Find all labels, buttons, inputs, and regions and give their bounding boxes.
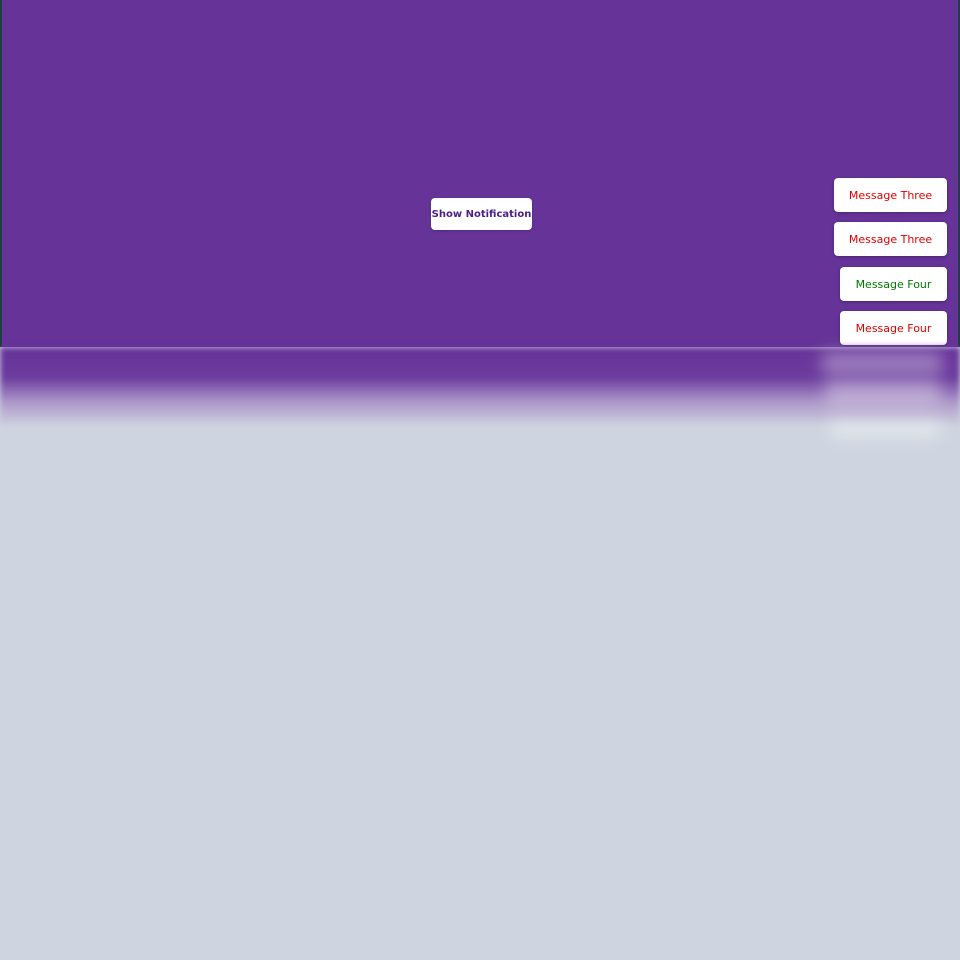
notification-toast[interactable]: Message Three: [834, 178, 947, 212]
faded-notification-toast: [822, 352, 942, 374]
notification-stage: Show Notification Message Three Message …: [0, 0, 960, 347]
notification-toast[interactable]: Message Four: [840, 311, 947, 345]
notification-message: Message Four: [855, 321, 932, 335]
app-window: Show Notification Message Three Message …: [0, 0, 960, 960]
faded-notification-toast: [830, 420, 940, 438]
notification-toast[interactable]: Message Four: [840, 267, 947, 301]
faded-notification-toast: [826, 380, 940, 404]
stage-fade-overlay: [0, 347, 960, 447]
notification-message: Message Four: [855, 277, 932, 291]
notification-message: Message Three: [848, 188, 933, 202]
notification-message: Message Three: [848, 232, 933, 246]
show-notification-button[interactable]: Show Notification: [431, 198, 532, 230]
notification-toast[interactable]: Message Three: [834, 222, 947, 256]
